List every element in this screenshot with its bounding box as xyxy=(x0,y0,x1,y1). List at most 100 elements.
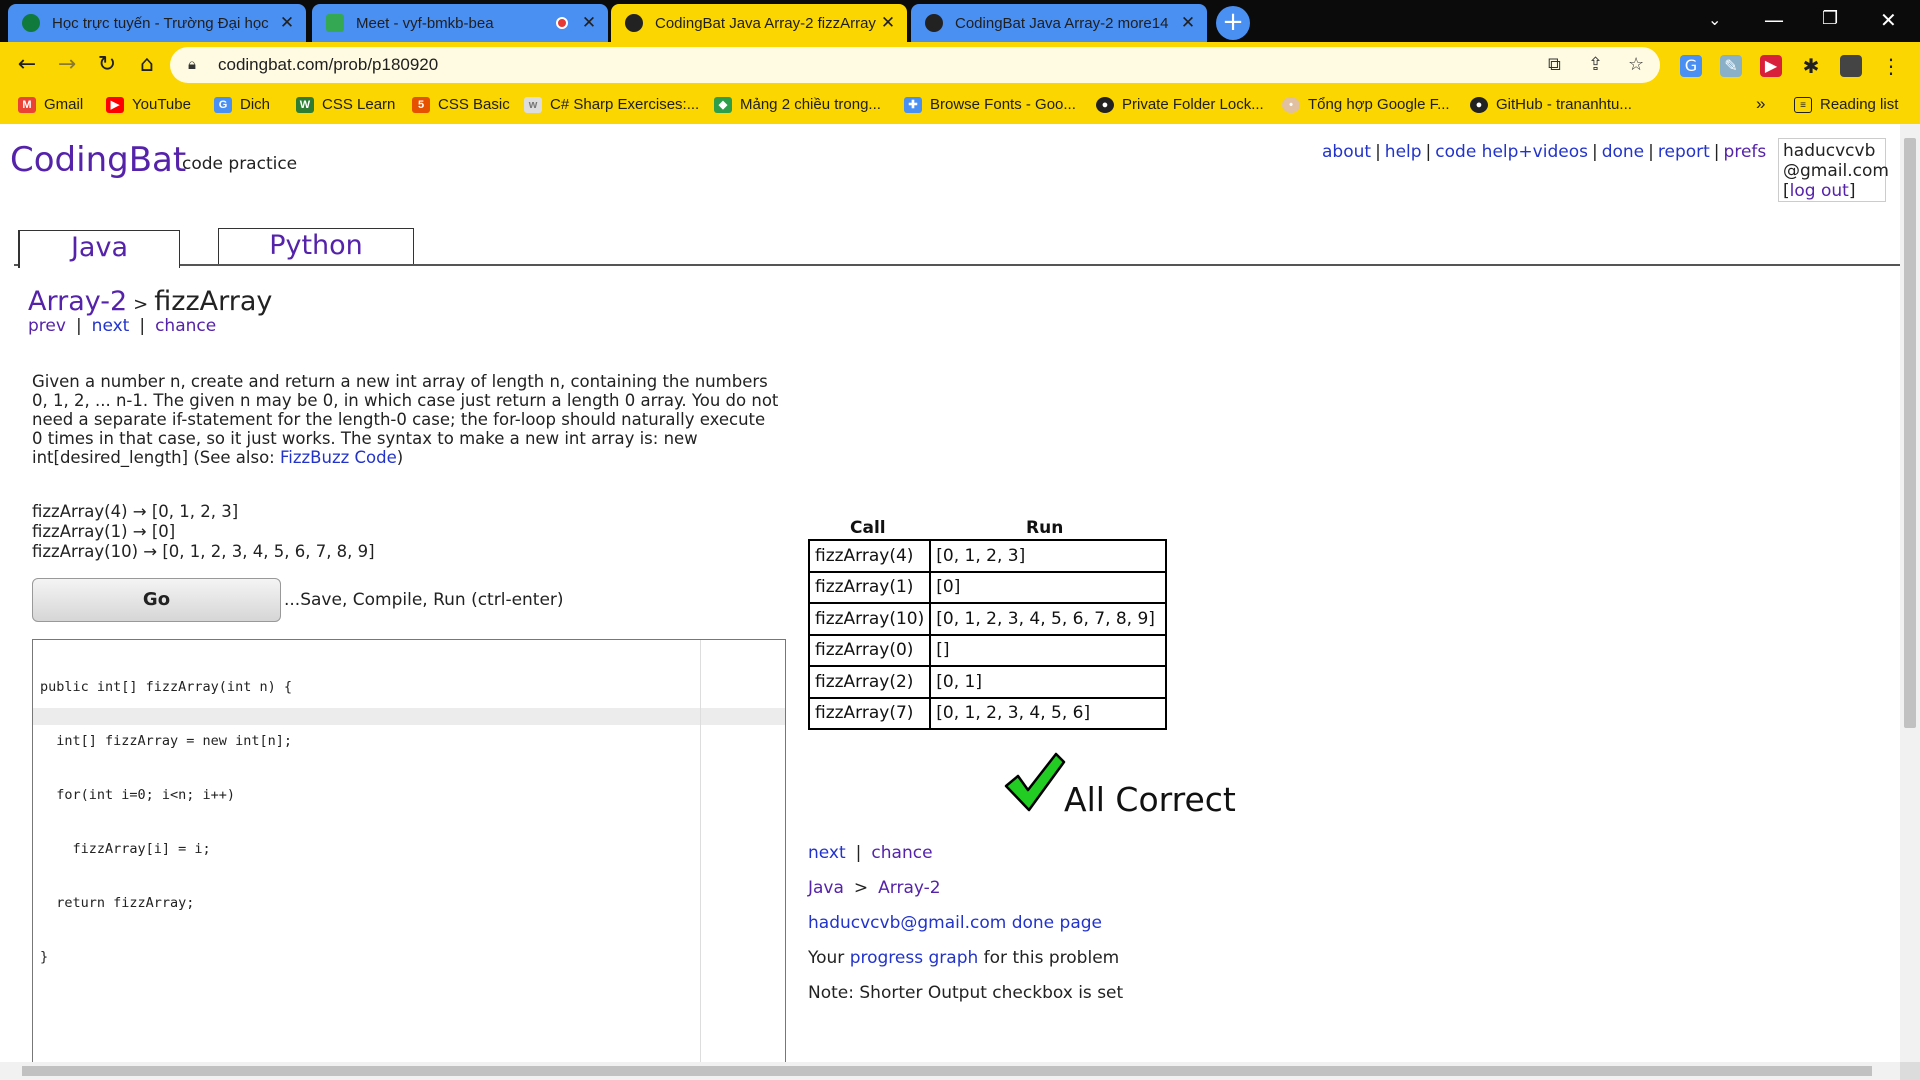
reading-list-label: Reading list xyxy=(1820,96,1899,113)
gmail-icon: M xyxy=(18,96,36,113)
bookmark-github[interactable]: ● GitHub - trananhtu... xyxy=(1470,96,1632,113)
avatar[interactable] xyxy=(1840,55,1862,77)
puzzle-icon[interactable]: ✱ xyxy=(1800,55,1822,77)
window-close-icon[interactable]: ✕ xyxy=(1880,8,1897,32)
close-icon[interactable]: ✕ xyxy=(580,13,598,33)
horizontal-scrollbar[interactable] xyxy=(0,1062,1900,1080)
close-icon[interactable]: ✕ xyxy=(1179,13,1197,33)
column-header-call: Call xyxy=(850,518,886,538)
fizzbuzz-code-link[interactable]: FizzBuzz Code xyxy=(280,448,397,467)
tab-java[interactable]: Java xyxy=(18,230,180,268)
google-translate-extension-icon[interactable]: G xyxy=(1680,55,1702,77)
logout-link[interactable]: log out xyxy=(1790,181,1849,201)
browser-tab-fizzarray[interactable]: CodingBat Java Array-2 fizzArray ✕ xyxy=(611,4,907,42)
github-icon: ● xyxy=(1470,96,1488,113)
bookmarks-overflow-button[interactable]: » xyxy=(1756,94,1765,114)
home-icon[interactable]: ⌂ xyxy=(132,50,162,80)
site-logo[interactable]: CodingBat xyxy=(10,140,186,180)
breadcrumb: Array-2 > fizzArray xyxy=(28,286,272,317)
about-link[interactable]: about xyxy=(1322,142,1371,162)
example-line: fizzArray(1) → [0] xyxy=(32,522,176,541)
browser-tab-strip: Học trực tuyến - Trường Đại học ✕ Meet -… xyxy=(0,0,1920,42)
tab-label: CodingBat Java Array-2 fizzArray xyxy=(655,14,876,32)
url-text[interactable]: codingbat.com/prob/p180920 xyxy=(218,55,438,75)
code-editor[interactable]: public int[] fizzArray(int n) { int[] fi… xyxy=(32,639,786,1062)
code-line: for(int i=0; i<n; i++) xyxy=(40,787,236,803)
next-link[interactable]: next xyxy=(808,843,846,863)
restore-icon[interactable]: ❐ xyxy=(1822,8,1838,29)
top-links: about | help | code help+videos | done | report |… xyxy=(1322,142,1767,162)
bookmark-label: CSS Learn xyxy=(322,96,396,113)
translate-icon[interactable]: ⧉ xyxy=(1548,54,1561,75)
scrollbar-thumb[interactable] xyxy=(22,1066,1872,1076)
code-text[interactable]: public int[] fizzArray(int n) { int[] fi… xyxy=(40,642,292,1002)
bookmark-css-basic[interactable]: 5 CSS Basic xyxy=(412,96,510,113)
description-text: Given a number n, create and return a ne… xyxy=(32,372,779,467)
help-link[interactable]: help xyxy=(1385,142,1422,162)
bookmarks-bar: M Gmail ▶ YouTube G Dich W CSS Learn 5 CSS Ba… xyxy=(0,88,1920,124)
forward-icon[interactable]: → xyxy=(52,50,82,80)
menu-icon[interactable]: ⋮ xyxy=(1880,55,1902,77)
prefs-link[interactable]: prefs xyxy=(1724,142,1767,162)
extension-icon[interactable]: ✎ xyxy=(1720,55,1742,77)
column-header-run: Run xyxy=(1026,518,1064,538)
address-bar[interactable]: 🔒︎ codingbat.com/prob/p180920 ⧉ ⇪ ☆ xyxy=(170,47,1660,83)
minimize-icon[interactable]: — xyxy=(1764,8,1784,32)
call-cell: fizzArray(0) xyxy=(807,633,932,667)
bookmark-tong-hop[interactable]: • Tổng hợp Google F... xyxy=(1282,96,1450,113)
bookmark-browse-fonts[interactable]: ✚ Browse Fonts - Goo... xyxy=(904,96,1076,113)
browser-tab-meet[interactable]: Meet - vyf-bmkb-bea ✕ xyxy=(312,4,608,42)
java-link[interactable]: Java xyxy=(808,878,844,898)
bookmark-youtube[interactable]: ▶ YouTube xyxy=(106,96,191,113)
share-icon[interactable]: ⇪ xyxy=(1588,54,1603,75)
scrollbar-thumb[interactable] xyxy=(1904,138,1916,728)
done-link[interactable]: done xyxy=(1602,142,1644,162)
bookmark-private-folder[interactable]: ● Private Folder Lock... xyxy=(1096,96,1264,113)
logo-subtitle: code practice xyxy=(182,154,298,174)
example-line: fizzArray(4) → [0, 1, 2, 3] xyxy=(32,502,239,521)
lock-icon[interactable]: 🔒︎ xyxy=(188,55,196,73)
bookmark-mang-2-chieu[interactable]: ◆ Mảng 2 chiều trong... xyxy=(714,96,881,113)
browser-tab-hoc-truc-tuyen[interactable]: Học trực tuyến - Trường Đại học ✕ xyxy=(8,4,306,42)
vertical-scrollbar[interactable] xyxy=(1900,124,1920,1062)
code-help-videos-link[interactable]: code help+videos xyxy=(1435,142,1588,162)
report-link[interactable]: report xyxy=(1658,142,1710,162)
bookmark-gmail[interactable]: M Gmail xyxy=(18,96,83,113)
print-margin xyxy=(700,640,701,1062)
array-2-link[interactable]: Array-2 xyxy=(878,878,940,898)
globe-icon xyxy=(925,14,943,32)
progress-graph-link[interactable]: progress graph xyxy=(850,948,979,968)
shorter-output-note: Note: Shorter Output checkbox is set xyxy=(808,983,1124,1003)
next-link[interactable]: next xyxy=(92,316,130,336)
done-page-link[interactable]: haducvcvb@gmail.com done page xyxy=(808,913,1102,933)
page-viewport: CodingBat code practice about | help | code … xyxy=(0,124,1900,1062)
run-cell: [0, 1, 2, 3, 4, 5, 6, 7, 8, 9] xyxy=(929,602,1168,636)
github-icon: ● xyxy=(1096,96,1114,113)
bookmark-star-icon[interactable]: ☆ xyxy=(1628,54,1644,75)
browser-tab-more14[interactable]: CodingBat Java Array-2 more14 ✕ xyxy=(911,4,1207,42)
bookmark-label: Mảng 2 chiều trong... xyxy=(740,96,881,113)
new-tab-button[interactable]: + xyxy=(1216,6,1250,40)
breadcrumb-category-link[interactable]: Array-2 xyxy=(28,286,127,317)
paren-close: ) xyxy=(396,448,404,467)
bookmark-dich[interactable]: G Dich xyxy=(214,96,270,113)
globe-icon xyxy=(625,14,643,32)
bookmark-css-learn[interactable]: W CSS Learn xyxy=(296,96,395,113)
meet-icon xyxy=(326,14,344,32)
reload-icon[interactable]: ↻ xyxy=(92,50,122,80)
back-icon[interactable]: ← xyxy=(12,50,42,80)
run-cell: [0, 1] xyxy=(929,665,1168,699)
tab-search-icon[interactable]: ⌄ xyxy=(1708,10,1721,29)
tab-python[interactable]: Python xyxy=(218,228,414,264)
go-button[interactable]: Go xyxy=(32,578,281,622)
bookmark-csharp[interactable]: w C# Sharp Exercises:... xyxy=(524,96,699,113)
close-icon[interactable]: ✕ xyxy=(879,13,897,33)
reading-list-button[interactable]: ≡ Reading list xyxy=(1794,96,1898,113)
close-icon[interactable]: ✕ xyxy=(278,13,296,33)
prev-link[interactable]: prev xyxy=(28,316,66,336)
recording-dot-icon xyxy=(556,17,568,29)
media-extension-icon[interactable]: ▶ xyxy=(1760,55,1782,77)
chance-link[interactable]: chance xyxy=(871,843,932,863)
bookmark-label: CSS Basic xyxy=(438,96,510,113)
chance-link[interactable]: chance xyxy=(155,316,216,336)
